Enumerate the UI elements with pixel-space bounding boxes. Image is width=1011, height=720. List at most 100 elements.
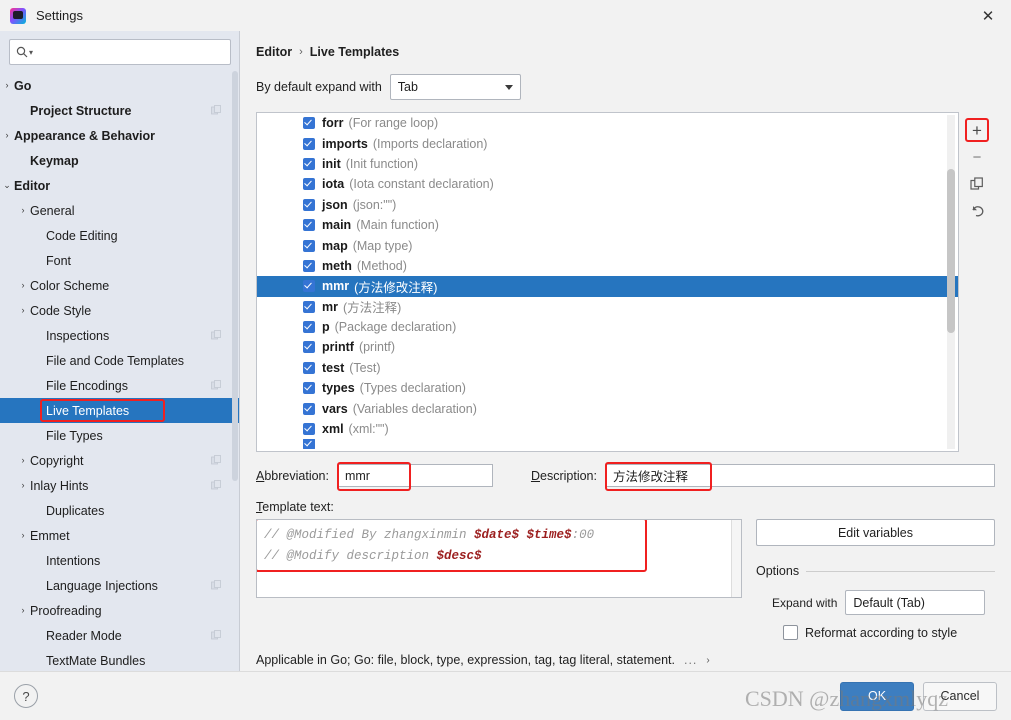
- template-list-item[interactable]: mmr (方法修改注释): [257, 276, 958, 297]
- reformat-label: Reformat according to style: [805, 625, 958, 640]
- sidebar-item-general[interactable]: › General: [0, 198, 240, 223]
- template-enabled-checkbox[interactable]: [303, 239, 315, 252]
- template-enabled-checkbox[interactable]: [303, 117, 315, 130]
- search-input[interactable]: [37, 41, 224, 63]
- template-enabled-checkbox[interactable]: [303, 157, 315, 170]
- template-list-item[interactable]: xml (xml:""): [257, 419, 958, 439]
- sidebar-item-file-types[interactable]: File Types: [0, 423, 240, 448]
- template-text-scrollbar[interactable]: [731, 520, 741, 597]
- template-list-item[interactable]: test (Test): [257, 358, 958, 378]
- sidebar-item-language-injections[interactable]: Language Injections: [0, 573, 240, 598]
- sidebar-item-appearance-behavior[interactable]: › Appearance & Behavior: [0, 123, 240, 148]
- template-list-item[interactable]: types (Types declaration): [257, 378, 958, 398]
- template-enabled-checkbox[interactable]: [303, 402, 315, 415]
- template-list-item[interactable]: iota (Iota constant declaration): [257, 174, 958, 194]
- sidebar-scrollbar[interactable]: [232, 71, 238, 481]
- search-dropdown-icon[interactable]: ▾: [29, 48, 33, 57]
- template-enabled-checkbox[interactable]: [303, 439, 315, 450]
- breadcrumb-parent[interactable]: Editor: [256, 45, 292, 59]
- applicable-more-link[interactable]: ...: [684, 653, 697, 667]
- template-enabled-checkbox[interactable]: [303, 280, 315, 293]
- search-box[interactable]: ▾: [9, 39, 231, 65]
- breadcrumb: Editor › Live Templates: [256, 45, 995, 59]
- sidebar-item-textmate-bundles[interactable]: TextMate Bundles: [0, 648, 240, 671]
- template-list-item[interactable]: p (Package declaration): [257, 317, 958, 337]
- template-list-item[interactable]: printf (printf): [257, 337, 958, 357]
- sidebar-item-inspections[interactable]: Inspections: [0, 323, 240, 348]
- chevron-down-icon[interactable]: ⌄: [0, 181, 14, 190]
- sidebar-item-inlay-hints[interactable]: › Inlay Hints: [0, 473, 240, 498]
- template-list-item[interactable]: forr (For range loop): [257, 113, 958, 133]
- sidebar-item-intentions[interactable]: Intentions: [0, 548, 240, 573]
- template-enabled-checkbox[interactable]: [303, 178, 315, 191]
- template-list-item[interactable]: init (Init function): [257, 154, 958, 174]
- chevron-right-icon[interactable]: ›: [16, 206, 30, 215]
- chevron-right-icon[interactable]: ›: [16, 456, 30, 465]
- applicable-row: Applicable in Go; Go: file, block, type,…: [256, 653, 995, 667]
- template-enabled-checkbox[interactable]: [303, 341, 315, 354]
- reformat-checkbox[interactable]: [783, 625, 798, 640]
- template-enabled-checkbox[interactable]: [303, 137, 315, 150]
- sidebar-item-project-structure[interactable]: Project Structure: [0, 98, 240, 123]
- sidebar-item-reader-mode[interactable]: Reader Mode: [0, 623, 240, 648]
- template-description: (Package declaration): [334, 320, 457, 335]
- template-enabled-checkbox[interactable]: [303, 219, 315, 232]
- sidebar-item-file-and-code-templates[interactable]: File and Code Templates: [0, 348, 240, 373]
- expand-with-combo[interactable]: Default (Tab): [845, 590, 986, 615]
- description-input[interactable]: 方法修改注释: [604, 462, 995, 491]
- template-list-item[interactable]: map (Map type): [257, 235, 958, 255]
- chevron-right-icon[interactable]: ›: [16, 306, 30, 315]
- template-list-item[interactable]: main (Main function): [257, 215, 958, 235]
- chevron-right-icon[interactable]: ›: [706, 655, 709, 666]
- template-list-item[interactable]: imports (Imports declaration): [257, 133, 958, 153]
- chevron-right-icon[interactable]: ›: [16, 531, 30, 540]
- template-enabled-checkbox[interactable]: [303, 198, 315, 211]
- sidebar-item-emmet[interactable]: › Emmet: [0, 523, 240, 548]
- sidebar-item-duplicates[interactable]: Duplicates: [0, 498, 240, 523]
- add-template-button[interactable]: +: [965, 118, 989, 142]
- sidebar-item-go[interactable]: › Go: [0, 73, 240, 98]
- template-list-item[interactable]: vars (Variables declaration): [257, 398, 958, 418]
- template-enabled-checkbox[interactable]: [303, 361, 315, 374]
- sidebar-item-keymap[interactable]: Keymap: [0, 148, 240, 173]
- help-button[interactable]: ?: [14, 684, 38, 708]
- sidebar-item-code-style[interactable]: › Code Style: [0, 298, 240, 323]
- edit-variables-button[interactable]: Edit variables: [756, 519, 995, 546]
- chevron-right-icon[interactable]: ›: [16, 281, 30, 290]
- sidebar-item-font[interactable]: Font: [0, 248, 240, 273]
- revert-template-button[interactable]: [965, 199, 989, 223]
- sidebar-item-color-scheme[interactable]: › Color Scheme: [0, 273, 240, 298]
- template-text-editor[interactable]: // @Modified By zhangxinmin $date$ $time…: [256, 519, 742, 598]
- sidebar-item-live-templates[interactable]: Live Templates: [0, 398, 240, 423]
- sidebar-item-proofreading[interactable]: › Proofreading: [0, 598, 240, 623]
- sidebar-item-editor[interactable]: ⌄ Editor: [0, 173, 240, 198]
- sidebar-item-copyright[interactable]: › Copyright: [0, 448, 240, 473]
- chevron-right-icon[interactable]: ›: [16, 481, 30, 490]
- template-list-item[interactable]: [257, 439, 958, 450]
- expand-with-value: Default (Tab): [853, 595, 925, 610]
- abbreviation-input[interactable]: mmr: [336, 462, 493, 491]
- sidebar-item-code-editing[interactable]: Code Editing: [0, 223, 240, 248]
- close-icon[interactable]: ✕: [965, 0, 1011, 31]
- template-list-item[interactable]: json (json:""): [257, 195, 958, 215]
- chevron-right-icon[interactable]: ›: [0, 81, 14, 90]
- template-enabled-checkbox[interactable]: [303, 321, 315, 334]
- template-enabled-checkbox[interactable]: [303, 423, 315, 436]
- default-expand-combo[interactable]: Tab: [389, 74, 521, 100]
- template-enabled-checkbox[interactable]: [303, 300, 315, 313]
- cancel-button[interactable]: Cancel: [923, 681, 997, 711]
- templates-scrollbar-thumb[interactable]: [947, 169, 955, 333]
- duplicate-template-button[interactable]: [965, 172, 989, 196]
- undo-icon: [971, 206, 983, 217]
- chevron-right-icon[interactable]: ›: [0, 131, 14, 140]
- templates-listbox[interactable]: forr (For range loop) imports (Imports decl…: [256, 112, 959, 452]
- remove-template-button[interactable]: −: [965, 145, 989, 169]
- template-enabled-checkbox[interactable]: [303, 382, 315, 395]
- template-list-item[interactable]: mr (方法注释): [257, 297, 958, 317]
- template-enabled-checkbox[interactable]: [303, 259, 315, 272]
- sidebar-item-file-encodings[interactable]: File Encodings: [0, 373, 240, 398]
- template-list-item[interactable]: meth (Method): [257, 256, 958, 276]
- chevron-right-icon[interactable]: ›: [16, 606, 30, 615]
- reformat-row[interactable]: Reformat according to style: [756, 625, 995, 640]
- ok-button[interactable]: OK: [840, 681, 914, 711]
